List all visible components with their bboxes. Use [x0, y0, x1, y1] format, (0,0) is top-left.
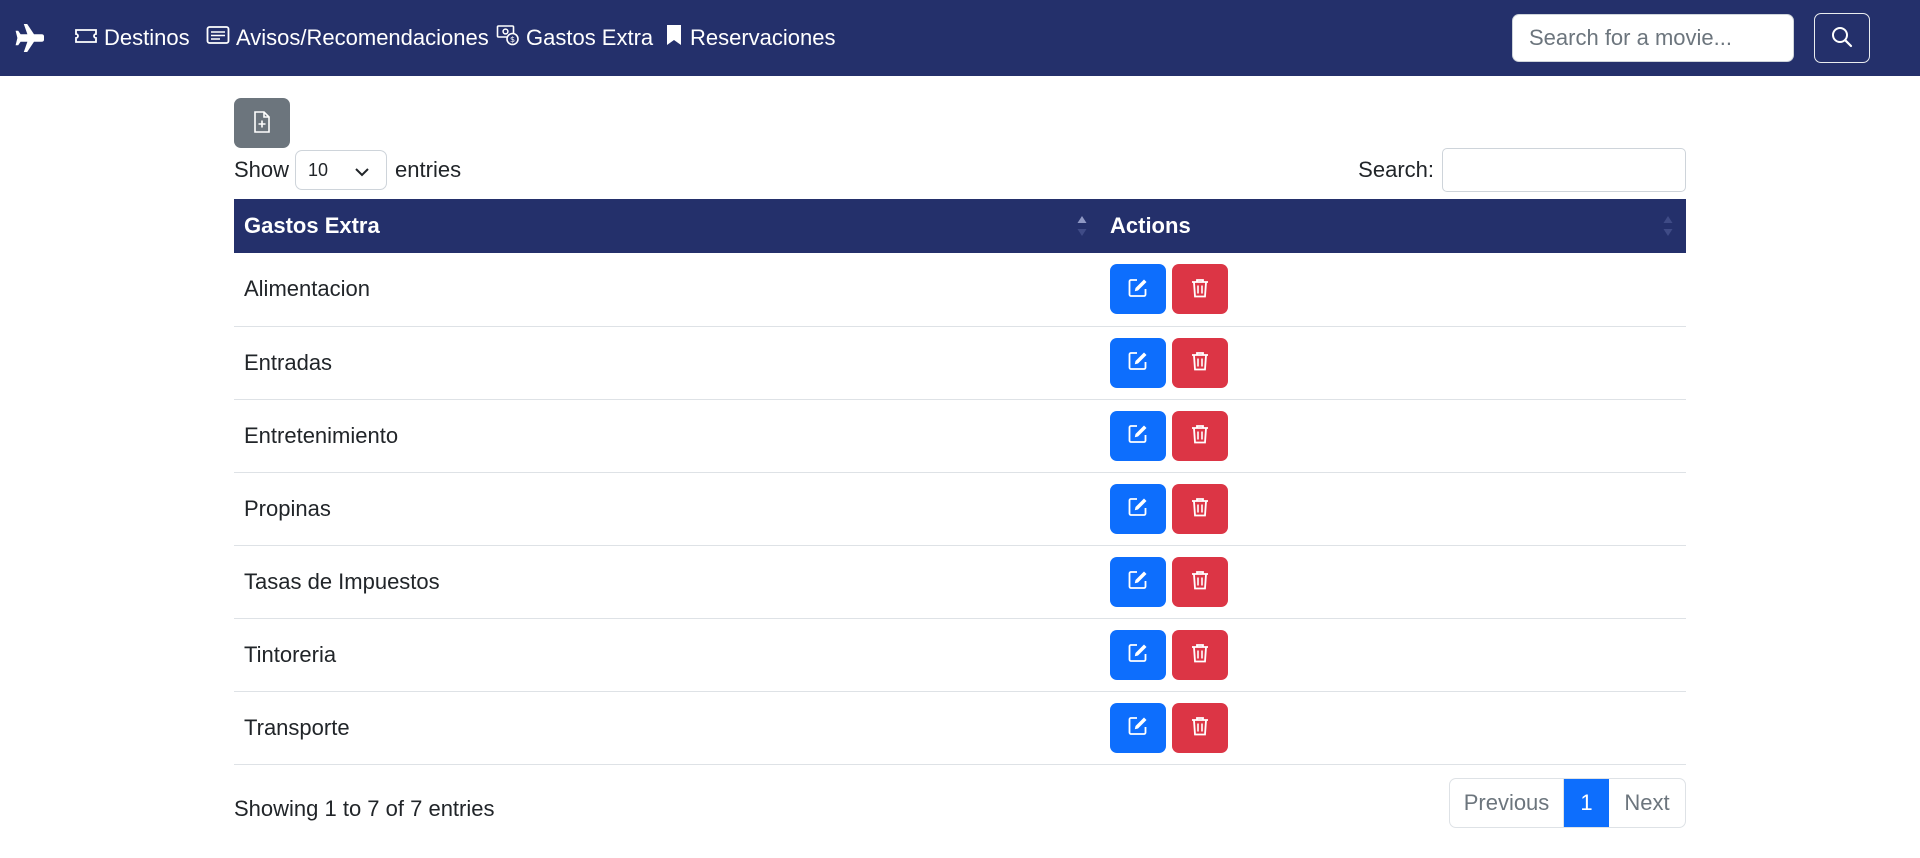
current-page-button[interactable]: 1: [1564, 779, 1609, 827]
table-header-row: Gastos Extra Actions: [234, 199, 1686, 253]
gastos-table: Gastos Extra Actions Alimentacion Entrad…: [234, 199, 1686, 765]
actions-cell: [1100, 253, 1686, 326]
actions-cell: [1100, 399, 1686, 472]
plane-icon[interactable]: [14, 22, 46, 54]
gasto-name-cell: Tasas de Impuestos: [234, 545, 1100, 618]
trash-icon: [1190, 350, 1210, 375]
search-icon: [1830, 25, 1854, 52]
column-header-label: Actions: [1110, 213, 1191, 238]
gasto-name-cell: Propinas: [234, 472, 1100, 545]
gasto-name: Tintoreria: [244, 641, 337, 667]
gasto-name: Entretenimiento: [244, 422, 399, 448]
nav-link-label: Avisos/Recomendaciones: [236, 25, 489, 50]
trash-icon: [1190, 496, 1210, 521]
table-row: Transporte: [234, 691, 1686, 764]
ticket-icon: [74, 25, 104, 51]
gasto-name-cell: Tintoreria: [234, 618, 1100, 691]
gasto-name: Transporte: [244, 714, 350, 740]
trash-icon: [1190, 277, 1210, 302]
gasto-name: Alimentacion: [244, 276, 370, 302]
nav-link-label: Reservaciones: [690, 25, 836, 50]
trash-icon: [1190, 569, 1210, 594]
delete-button[interactable]: [1172, 556, 1228, 607]
table-row: Alimentacion: [234, 253, 1686, 326]
edit-icon: [1127, 496, 1149, 521]
table-row: Entradas: [234, 326, 1686, 399]
entries-length-select[interactable]: 10: [295, 150, 388, 190]
search-input[interactable]: [1512, 14, 1794, 62]
cash-coin-icon: $: [496, 24, 526, 52]
file-plus-icon: [251, 110, 273, 137]
edit-button[interactable]: [1110, 264, 1166, 315]
column-header-label: Gastos Extra: [244, 213, 380, 238]
edit-icon: [1127, 277, 1149, 302]
edit-button[interactable]: [1110, 702, 1166, 753]
delete-button[interactable]: [1172, 629, 1228, 680]
delete-button[interactable]: [1172, 337, 1228, 388]
gasto-name-cell: Alimentacion: [234, 253, 1100, 326]
gasto-name-cell: Entretenimiento: [234, 399, 1100, 472]
filter-label: Search:: [1358, 157, 1434, 182]
entries-length-control: Show 10 entries: [234, 150, 461, 190]
table-row: Tasas de Impuestos: [234, 545, 1686, 618]
pagination: Previous 1 Next: [1449, 778, 1686, 828]
svg-text:$: $: [510, 35, 515, 44]
entries-label: entries: [395, 157, 462, 182]
edit-icon: [1127, 569, 1149, 594]
edit-button[interactable]: [1110, 629, 1166, 680]
delete-button[interactable]: [1172, 410, 1228, 461]
entries-length-value: 10: [308, 159, 329, 180]
actions-cell: [1100, 618, 1686, 691]
actions-cell: [1100, 472, 1686, 545]
table-row: Propinas: [234, 472, 1686, 545]
nav-link-label: Gastos Extra: [526, 25, 654, 50]
add-gasto-button[interactable]: [234, 98, 290, 148]
column-header-actions[interactable]: Actions: [1100, 199, 1686, 253]
navbar: Destinos Avisos/Recomendaciones $ Gastos…: [0, 0, 1920, 76]
sort-icon: [1076, 214, 1088, 238]
nav-link-destinos[interactable]: Destinos: [74, 0, 190, 76]
edit-icon: [1127, 715, 1149, 740]
edit-button[interactable]: [1110, 410, 1166, 461]
gasto-name: Tasas de Impuestos: [244, 568, 440, 594]
previous-page-button[interactable]: Previous: [1450, 779, 1564, 827]
nav-link-avisos[interactable]: Avisos/Recomendaciones: [206, 0, 489, 76]
table-filter: Search:: [1358, 148, 1686, 192]
edit-icon: [1127, 423, 1149, 448]
nav-link-label: Destinos: [104, 25, 190, 50]
gasto-name: Propinas: [244, 495, 331, 521]
edit-button[interactable]: [1110, 556, 1166, 607]
show-label: Show: [234, 157, 290, 182]
trash-icon: [1190, 642, 1210, 667]
card-text-icon: [206, 25, 236, 51]
table-row: Entretenimiento: [234, 399, 1686, 472]
chevron-down-icon: [354, 163, 370, 184]
search-button[interactable]: [1814, 13, 1870, 63]
trash-icon: [1190, 423, 1210, 448]
delete-button[interactable]: [1172, 483, 1228, 534]
table-search-input[interactable]: [1442, 148, 1686, 192]
table-row: Tintoreria: [234, 618, 1686, 691]
nav-link-gastos-extra[interactable]: $ Gastos Extra: [496, 0, 653, 76]
bookmark-icon: [664, 24, 690, 52]
delete-button[interactable]: [1172, 264, 1228, 315]
gasto-name-cell: Transporte: [234, 691, 1100, 764]
edit-icon: [1127, 350, 1149, 375]
actions-cell: [1100, 691, 1686, 764]
edit-icon: [1127, 642, 1149, 667]
edit-button[interactable]: [1110, 337, 1166, 388]
delete-button[interactable]: [1172, 702, 1228, 753]
table-info: Showing 1 to 7 of 7 entries: [234, 796, 495, 821]
edit-button[interactable]: [1110, 483, 1166, 534]
sort-icon: [1662, 214, 1674, 238]
next-page-button[interactable]: Next: [1609, 779, 1685, 827]
actions-cell: [1100, 326, 1686, 399]
column-header-gastos-extra[interactable]: Gastos Extra: [234, 199, 1100, 253]
gasto-name-cell: Entradas: [234, 326, 1100, 399]
gasto-name: Entradas: [244, 349, 333, 375]
actions-cell: [1100, 545, 1686, 618]
nav-link-reservaciones[interactable]: Reservaciones: [664, 0, 836, 76]
trash-icon: [1190, 715, 1210, 740]
